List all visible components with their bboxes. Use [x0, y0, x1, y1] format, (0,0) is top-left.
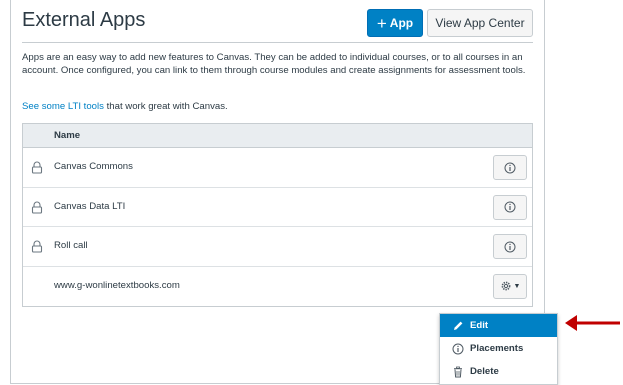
pencil-icon	[454, 321, 463, 330]
lti-tools-suffix: that work great with Canvas.	[103, 101, 228, 112]
app-name: Canvas Data LTI	[54, 200, 126, 212]
table-row: Roll call	[23, 227, 532, 267]
apps-description: Apps are an easy way to add new features…	[22, 52, 526, 76]
lock-icon	[31, 240, 43, 253]
external-apps-table: Name Canvas Commons Canvas Data LTI Roll…	[22, 123, 533, 307]
app-settings-menu: Edit Placements Delete	[439, 313, 558, 385]
app-info-button[interactable]	[493, 155, 527, 180]
info-icon	[504, 241, 516, 252]
lti-tools-text: See some LTI tools that work great with …	[22, 101, 228, 112]
column-header-name: Name	[54, 130, 81, 141]
lock-icon	[31, 201, 43, 214]
app-info-button[interactable]	[493, 234, 527, 259]
red-arrow-icon	[565, 315, 620, 331]
table-row: Canvas Data LTI	[23, 188, 532, 227]
lock-icon	[31, 161, 43, 174]
app-name: www.g-wonlinetextbooks.com	[54, 279, 180, 291]
app-info-button[interactable]	[493, 194, 527, 220]
app-name: Roll call	[54, 240, 88, 251]
info-icon	[504, 201, 516, 213]
info-icon	[452, 343, 464, 354]
table-row: www.g-wonlinetextbooks.com ▼	[23, 267, 532, 307]
chevron-down-icon: ▼	[513, 282, 521, 290]
menu-item-delete[interactable]: Delete	[440, 360, 557, 383]
lti-tools-link[interactable]: See some LTI tools	[22, 101, 104, 112]
table-header: Name	[23, 124, 532, 148]
menu-item-label: Edit	[470, 320, 489, 331]
app-settings-button[interactable]: ▼	[493, 273, 527, 299]
menu-item-edit[interactable]: Edit	[440, 314, 557, 337]
info-icon	[504, 162, 516, 173]
gear-icon	[501, 281, 510, 291]
view-app-center-button[interactable]: View App Center	[427, 9, 533, 37]
app-name: Canvas Commons	[54, 161, 133, 172]
trash-icon	[454, 366, 462, 377]
add-app-button[interactable]: + App	[367, 9, 423, 37]
page-title: External Apps	[22, 9, 146, 31]
header-divider	[22, 42, 533, 43]
table-row: Canvas Commons	[23, 148, 532, 188]
menu-item-label: Placements	[470, 343, 524, 354]
plus-icon: +	[376, 13, 387, 33]
add-app-label: App	[389, 16, 414, 30]
menu-item-placements[interactable]: Placements	[440, 337, 557, 360]
menu-item-label: Delete	[470, 366, 499, 377]
